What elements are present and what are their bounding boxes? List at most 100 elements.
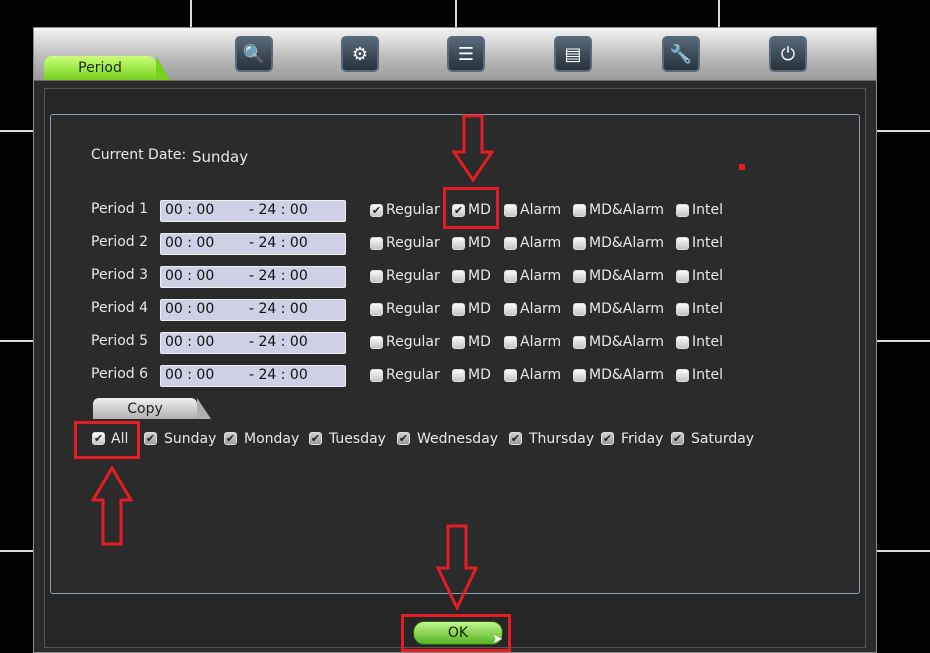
copy-tab[interactable]: Copy [93,398,211,419]
checkbox-md-alarm[interactable] [573,204,586,217]
disk-icon[interactable]: ▤ [554,36,592,72]
checkbox-day-sunday[interactable] [144,432,157,445]
day-label-sunday: Sunday [164,431,217,447]
option-label-regular: Regular [386,268,440,284]
day-label-saturday: Saturday [691,431,755,447]
option-label-alarm: Alarm [520,235,562,251]
checkbox-alarm[interactable] [504,237,517,250]
period-time-input[interactable]: 00 : 00 - 24 : 00 [160,233,346,255]
list-icon[interactable]: ☰ [447,36,485,72]
checkbox-md[interactable] [452,369,465,382]
checkbox-intel[interactable] [676,303,689,316]
search-icon[interactable]: 🔍 [235,36,273,72]
checkbox-day-monday[interactable] [224,432,237,445]
checkbox-day-friday[interactable] [601,432,614,445]
checkbox-intel[interactable] [676,336,689,349]
option-label-intel: Intel [692,301,723,317]
checkbox-md-alarm[interactable] [573,369,586,382]
checkbox-md-alarm[interactable] [573,270,586,283]
option-label-md: MD [468,301,491,317]
power-icon[interactable]: ⏻ [769,36,807,72]
checkbox-md[interactable] [452,336,465,349]
checkbox-md[interactable] [452,237,465,250]
checkbox-regular[interactable] [370,336,383,349]
period-start-time[interactable]: 00 : 00 [165,268,214,284]
period-end-time[interactable]: - 24 : 00 [249,268,308,284]
camera-settings-icon[interactable]: ⚙ [341,36,379,72]
option-label-regular: Regular [386,301,440,317]
option-label-md-alarm: MD&Alarm [589,367,664,383]
option-label-md-alarm: MD&Alarm [589,202,664,218]
period-end-time[interactable]: - 24 : 00 [249,202,308,218]
period-label: Period 5 [91,333,149,349]
checkbox-regular[interactable] [370,303,383,316]
option-label-intel: Intel [692,334,723,350]
checkbox-alarm[interactable] [504,336,517,349]
checkbox-md-alarm[interactable] [573,336,586,349]
period-time-input[interactable]: 00 : 00 - 24 : 00 [160,332,346,354]
day-label-wednesday: Wednesday [417,431,499,447]
checkbox-md[interactable] [452,303,465,316]
period-time-input[interactable]: 00 : 00 - 24 : 00 [160,365,346,387]
option-label-md: MD [468,235,491,251]
checkbox-intel[interactable] [676,369,689,382]
checkbox-regular[interactable] [370,369,383,382]
period-label: Period 6 [91,366,149,382]
option-label-intel: Intel [692,367,723,383]
checkbox-alarm[interactable] [504,369,517,382]
period-label: Period 3 [91,267,149,283]
period-start-time[interactable]: 00 : 00 [165,235,214,251]
period-start-time[interactable]: 00 : 00 [165,202,214,218]
toolbar: Period 🔍 ⚙ ☰ ▤ 🔧 ⏻ [34,28,876,81]
day-label-monday: Monday [244,431,300,447]
period-end-time[interactable]: - 24 : 00 [249,334,308,350]
checkbox-intel[interactable] [676,237,689,250]
checkbox-md-alarm[interactable] [573,237,586,250]
annotation-arrow-up-all [91,466,133,546]
period-time-input[interactable]: 00 : 00 - 24 : 00 [160,299,346,321]
period-start-time[interactable]: 00 : 00 [165,367,214,383]
wrench-icon[interactable]: 🔧 [662,36,700,72]
option-label-md-alarm: MD&Alarm [589,301,664,317]
period-label: Period 2 [91,234,149,250]
day-label-thursday: Thursday [529,431,595,447]
checkbox-alarm[interactable] [504,270,517,283]
checkbox-day-wednesday[interactable] [397,432,410,445]
option-label-intel: Intel [692,235,723,251]
period-end-time[interactable]: - 24 : 00 [249,367,308,383]
checkbox-alarm[interactable] [504,303,517,316]
period-label: Period 4 [91,300,149,316]
checkbox-regular[interactable] [370,204,383,217]
checkbox-day-thursday[interactable] [509,432,522,445]
period-start-time[interactable]: 00 : 00 [165,301,214,317]
annotation-arrow-down-ok [436,524,478,610]
annotation-box-all [74,421,140,459]
checkbox-regular[interactable] [370,270,383,283]
checkbox-intel[interactable] [676,204,689,217]
checkbox-md-alarm[interactable] [573,303,586,316]
option-label-md: MD [468,367,491,383]
annotation-box-md [443,187,499,229]
option-label-alarm: Alarm [520,334,562,350]
checkbox-alarm[interactable] [504,204,517,217]
period-end-time[interactable]: - 24 : 00 [249,235,308,251]
option-label-alarm: Alarm [520,301,562,317]
annotation-box-ok [401,614,511,652]
option-label-alarm: Alarm [520,268,562,284]
checkbox-day-tuesday[interactable] [309,432,322,445]
checkbox-md[interactable] [452,270,465,283]
option-label-md-alarm: MD&Alarm [589,334,664,350]
period-label: Period 1 [91,201,149,217]
checkbox-day-saturday[interactable] [671,432,684,445]
current-date-label: Current Date: [91,147,187,163]
annotation-arrow-down-md [452,114,494,182]
tab-period[interactable]: Period [44,56,170,80]
period-time-input[interactable]: 00 : 00 - 24 : 00 [160,266,346,288]
period-time-input[interactable]: 00 : 00 - 24 : 00 [160,200,346,222]
option-label-regular: Regular [386,235,440,251]
period-start-time[interactable]: 00 : 00 [165,334,214,350]
option-label-md: MD [468,334,491,350]
period-end-time[interactable]: - 24 : 00 [249,301,308,317]
checkbox-intel[interactable] [676,270,689,283]
checkbox-regular[interactable] [370,237,383,250]
